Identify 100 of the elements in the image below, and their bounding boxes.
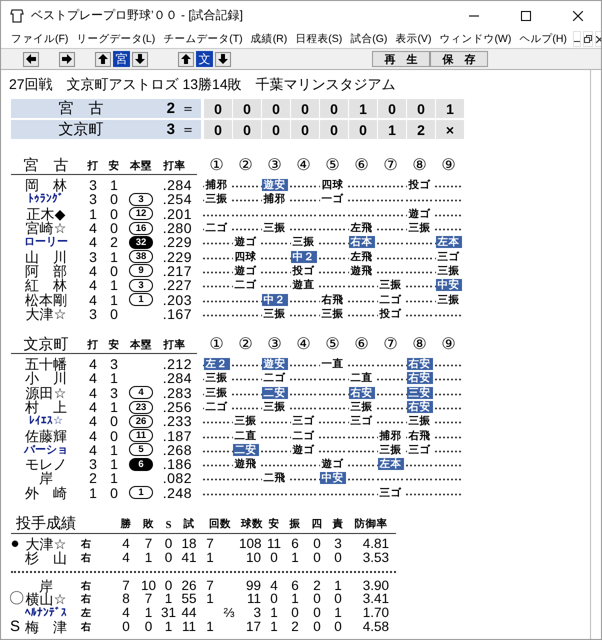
stat-value: 1.70 xyxy=(362,606,390,620)
play-result: 二安 xyxy=(232,444,258,456)
play-result: 投ゴ xyxy=(406,179,432,192)
minimize-button[interactable] xyxy=(572,31,581,47)
play-result: 三ゴ xyxy=(436,250,462,263)
at-bats: 3 xyxy=(88,178,98,192)
team-name: 宮 古 xyxy=(58,99,104,118)
pitcher-name: 横山☆ xyxy=(24,592,68,606)
batting-average: .284 xyxy=(162,178,192,192)
play-result: 右飛 xyxy=(406,430,432,442)
menu-item[interactable]: 表示(V) xyxy=(391,32,436,46)
stat-value: 7 xyxy=(121,578,131,593)
hits: 3 xyxy=(109,386,119,400)
stat-value: 2 xyxy=(290,620,300,634)
menu-item[interactable]: チームデータ(T) xyxy=(159,32,247,46)
stat-value: 1 xyxy=(290,592,300,606)
play-result: 三ゴ xyxy=(406,444,432,456)
previous-player-button[interactable] xyxy=(95,52,111,66)
batting-average: .082 xyxy=(162,471,192,486)
play-result: 捕邪 xyxy=(262,193,288,206)
inning-number: ③ xyxy=(266,157,283,175)
previous-player-button[interactable] xyxy=(178,52,194,66)
team-name: 文京町 xyxy=(58,120,104,139)
hits: 1 xyxy=(109,442,119,457)
at-bats: 1 xyxy=(88,486,98,500)
command-button[interactable]: 再 生 xyxy=(372,51,430,67)
stat-value: 10 xyxy=(244,550,262,565)
team-tab[interactable]: 宮 xyxy=(113,51,130,67)
home-run-count: 1 xyxy=(129,486,153,500)
decision-mark: S xyxy=(9,620,21,634)
menu-item[interactable]: ヘルプ(H) xyxy=(515,32,571,46)
play-result: 遊ゴ xyxy=(232,264,258,277)
stat-value: 1 xyxy=(205,592,215,606)
player-name: 岡 林 xyxy=(24,178,68,192)
column-header: 本塁 xyxy=(128,338,153,353)
back-button[interactable] xyxy=(23,52,39,66)
inning-number: ④ xyxy=(295,336,312,354)
inning-score: 0 xyxy=(349,120,377,139)
column-header: 打 xyxy=(86,159,100,174)
inning-score: 0 xyxy=(204,120,232,139)
play-result: 四球 xyxy=(320,179,346,192)
column-header: 試 xyxy=(182,517,196,532)
play-result: 三振 xyxy=(232,415,258,428)
at-bats: 4 xyxy=(88,235,98,250)
inning-number: ⑨ xyxy=(440,336,457,354)
menu-item[interactable]: 成績(R) xyxy=(246,32,292,46)
down-arrow-icon xyxy=(135,54,145,64)
at-bats: 4 xyxy=(88,400,98,414)
pitcher-name: 岸 xyxy=(39,578,54,593)
column-header: 勝 xyxy=(120,517,132,532)
menu-item[interactable]: リーグデータ(L) xyxy=(72,32,160,46)
close-icon xyxy=(573,10,583,20)
player-name: 小 川 xyxy=(24,371,68,386)
play-result: 三ゴ xyxy=(290,415,316,428)
play-result: 四球 xyxy=(232,250,258,263)
play-result: 左飛 xyxy=(348,250,374,263)
play-result: 中２ xyxy=(262,294,288,306)
inning-number: ② xyxy=(237,336,254,354)
total-runs: 2 xyxy=(166,100,175,117)
stat-value: 108 xyxy=(239,536,263,551)
stat-value: 3 xyxy=(252,606,262,620)
menu-item[interactable]: ファイル(F) xyxy=(7,32,72,46)
next-player-button[interactable] xyxy=(132,52,148,66)
command-button[interactable]: 保 存 xyxy=(430,51,488,67)
play-result: 左本 xyxy=(436,236,462,248)
menu-item[interactable]: ウィンドウ(W) xyxy=(435,32,516,46)
stat-value: 31 xyxy=(160,606,177,620)
player-name: 五十幡 xyxy=(24,357,68,372)
next-player-button[interactable] xyxy=(215,52,231,66)
inning-score: 0 xyxy=(233,99,261,118)
menu-item[interactable]: 日程表(S) xyxy=(291,32,346,46)
play-result: 三振 xyxy=(378,279,404,292)
stat-value: 0 xyxy=(333,550,343,565)
down-arrow-icon xyxy=(218,54,228,64)
menu-item[interactable]: 試合(G) xyxy=(346,32,392,46)
play-result: 二直 xyxy=(232,430,258,442)
hits: 1 xyxy=(109,178,119,192)
stat-value: 4 xyxy=(121,550,131,565)
inning-score: 0 xyxy=(291,120,319,139)
team-tab[interactable]: 文 xyxy=(196,51,213,67)
play-result: 遊ゴ xyxy=(406,208,432,220)
play-result: 二飛 xyxy=(262,472,288,484)
stat-value: 0 xyxy=(312,592,322,606)
inning-number: ④ xyxy=(295,157,312,175)
play-result: 三振 xyxy=(378,444,404,456)
play-result: 投ゴ xyxy=(378,308,404,320)
stat-value: 11 xyxy=(266,536,282,551)
play-result: 投ゴ xyxy=(290,264,316,277)
play-result: 遊直 xyxy=(290,279,316,292)
player-name: 大津☆ xyxy=(26,306,68,321)
throwing-hand: 右 xyxy=(80,592,92,606)
forward-button[interactable] xyxy=(59,52,75,66)
stat-value: 0 xyxy=(290,606,300,620)
stat-value: 11 xyxy=(246,592,262,606)
hits: 0 xyxy=(109,264,119,278)
close-button[interactable] xyxy=(594,31,601,47)
play-result: 二ゴ xyxy=(290,430,316,442)
inning-score: 0 xyxy=(320,99,348,118)
stat-value: 4.81 xyxy=(362,536,390,551)
restore-button[interactable] xyxy=(582,31,593,47)
